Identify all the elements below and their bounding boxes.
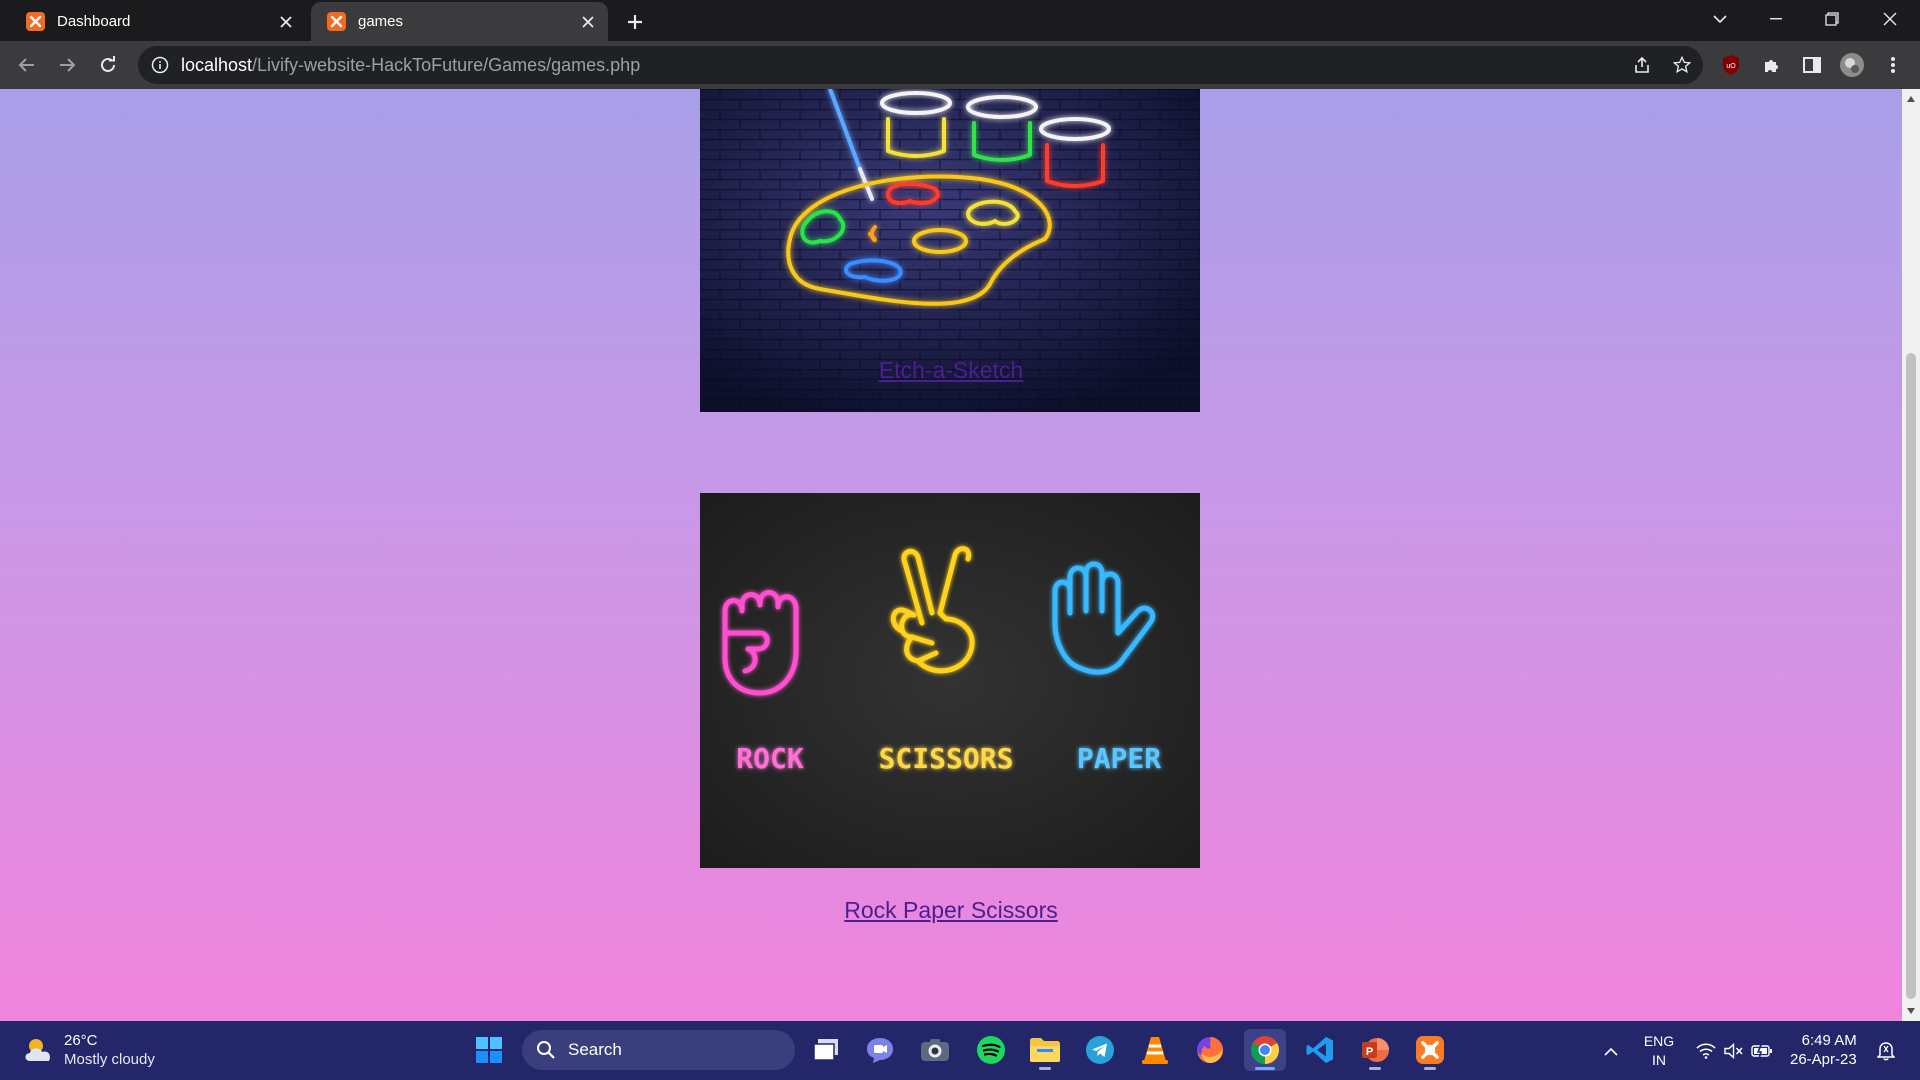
close-tab-icon[interactable] bbox=[274, 10, 298, 34]
close-tab-icon[interactable] bbox=[576, 10, 600, 34]
tab-dashboard[interactable]: Dashboard bbox=[10, 2, 306, 41]
restore-button[interactable] bbox=[1804, 0, 1860, 38]
browser-toolbar: localhost/Livify-website-HackToFuture/Ga… bbox=[0, 41, 1920, 89]
ublock-extension-icon[interactable]: uO bbox=[1717, 51, 1745, 79]
vertical-scrollbar[interactable] bbox=[1902, 89, 1920, 1021]
telegram-icon[interactable] bbox=[1079, 1029, 1121, 1071]
rock-paper-scissors-link[interactable]: Rock Paper Scissors bbox=[0, 897, 1902, 924]
battery-charging-icon[interactable] bbox=[1748, 1031, 1776, 1071]
notification-bell-icon[interactable] bbox=[1874, 1031, 1898, 1071]
new-tab-button[interactable] bbox=[621, 8, 649, 36]
menu-kebab-icon[interactable] bbox=[1879, 51, 1907, 79]
input-language-indicator[interactable]: ENG IN bbox=[1634, 1031, 1684, 1071]
scroll-down-arrow-icon[interactable] bbox=[1902, 1003, 1920, 1019]
xampp-favicon-icon bbox=[26, 12, 45, 31]
windows-taskbar: 26°C Mostly cloudy Search P ENG IN 6:49 … bbox=[0, 1021, 1920, 1080]
running-indicator bbox=[1369, 1067, 1381, 1070]
profile-avatar[interactable] bbox=[1838, 51, 1866, 79]
ublock-badge: uO bbox=[1726, 63, 1736, 70]
cloudy-weather-icon bbox=[25, 1039, 51, 1061]
search-icon bbox=[537, 1041, 555, 1059]
file-explorer-icon[interactable] bbox=[1024, 1029, 1066, 1071]
scroll-up-arrow-icon[interactable] bbox=[1902, 91, 1920, 107]
vscode-icon[interactable] bbox=[1299, 1029, 1341, 1071]
weather-widget[interactable]: 26°C Mostly cloudy bbox=[22, 1031, 155, 1069]
rock-label: ROCK bbox=[736, 742, 804, 775]
weather-temperature: 26°C bbox=[64, 1032, 98, 1049]
spotify-icon[interactable] bbox=[970, 1029, 1012, 1071]
clock-time: 6:49 AM bbox=[1801, 1032, 1857, 1049]
wifi-icon[interactable] bbox=[1692, 1031, 1720, 1071]
weather-condition: Mostly cloudy bbox=[64, 1051, 155, 1068]
clock-date: 26-Apr-23 bbox=[1790, 1051, 1857, 1068]
chrome-icon[interactable] bbox=[1244, 1029, 1286, 1071]
powerpoint-icon[interactable]: P bbox=[1354, 1029, 1396, 1071]
site-info-icon[interactable] bbox=[151, 56, 169, 74]
scroll-thumb[interactable] bbox=[1906, 353, 1916, 999]
xampp-favicon-icon bbox=[327, 12, 346, 31]
task-view-icon[interactable] bbox=[805, 1029, 847, 1071]
close-window-button[interactable] bbox=[1862, 0, 1918, 38]
tab-strip: Dashboard games bbox=[0, 0, 1920, 41]
taskbar-search-box[interactable]: Search bbox=[522, 1030, 795, 1070]
tab-games[interactable]: games bbox=[311, 2, 608, 41]
camera-icon[interactable] bbox=[914, 1029, 956, 1071]
back-arrow-icon[interactable] bbox=[13, 51, 41, 79]
etch-a-sketch-link[interactable]: Etch-a-Sketch bbox=[0, 357, 1902, 384]
system-clock[interactable]: 6:49 AM 26-Apr-23 bbox=[1790, 1031, 1857, 1069]
vlc-icon[interactable] bbox=[1134, 1029, 1176, 1071]
search-placeholder: Search bbox=[568, 1040, 622, 1059]
windows-start-icon[interactable] bbox=[468, 1029, 510, 1071]
running-indicator bbox=[1039, 1067, 1051, 1070]
minimize-button[interactable] bbox=[1748, 0, 1804, 38]
tab-title: games bbox=[358, 13, 404, 30]
firefox-icon[interactable] bbox=[1189, 1029, 1231, 1071]
paper-label: PAPER bbox=[1077, 742, 1161, 775]
running-indicator bbox=[1255, 1067, 1275, 1070]
running-indicator bbox=[1424, 1067, 1436, 1070]
scissors-label: SCISSORS bbox=[879, 742, 1014, 775]
url-path: /Livify-website-HackToFuture/Games/games… bbox=[252, 54, 641, 75]
address-bar[interactable]: localhost/Livify-website-HackToFuture/Ga… bbox=[138, 46, 1703, 84]
xampp-icon[interactable] bbox=[1409, 1029, 1451, 1071]
extensions-puzzle-icon[interactable] bbox=[1758, 51, 1786, 79]
reload-icon[interactable] bbox=[94, 51, 122, 79]
volume-muted-icon[interactable] bbox=[1720, 1031, 1748, 1071]
tab-title: Dashboard bbox=[57, 13, 131, 30]
tab-search-chevron-icon[interactable] bbox=[1692, 0, 1748, 38]
region-code: IN bbox=[1652, 1052, 1666, 1068]
share-icon[interactable] bbox=[1628, 51, 1656, 79]
teams-meet-icon[interactable] bbox=[859, 1029, 901, 1071]
forward-arrow-icon[interactable] bbox=[53, 51, 81, 79]
svg-text:P: P bbox=[1366, 1046, 1373, 1058]
show-hidden-icons-chevron-icon[interactable] bbox=[1596, 1031, 1626, 1071]
side-panel-icon[interactable] bbox=[1798, 51, 1826, 79]
url-text[interactable]: localhost/Livify-website-HackToFuture/Ga… bbox=[181, 55, 640, 76]
page-content: Etch-a-Sketch ROCK SCISSORS PAPER Rock P… bbox=[0, 89, 1902, 1021]
bookmark-star-icon[interactable] bbox=[1668, 51, 1696, 79]
rock-paper-scissors-image[interactable]: ROCK SCISSORS PAPER bbox=[700, 493, 1200, 868]
language-code: ENG bbox=[1643, 1033, 1675, 1049]
url-host: localhost bbox=[181, 54, 253, 75]
